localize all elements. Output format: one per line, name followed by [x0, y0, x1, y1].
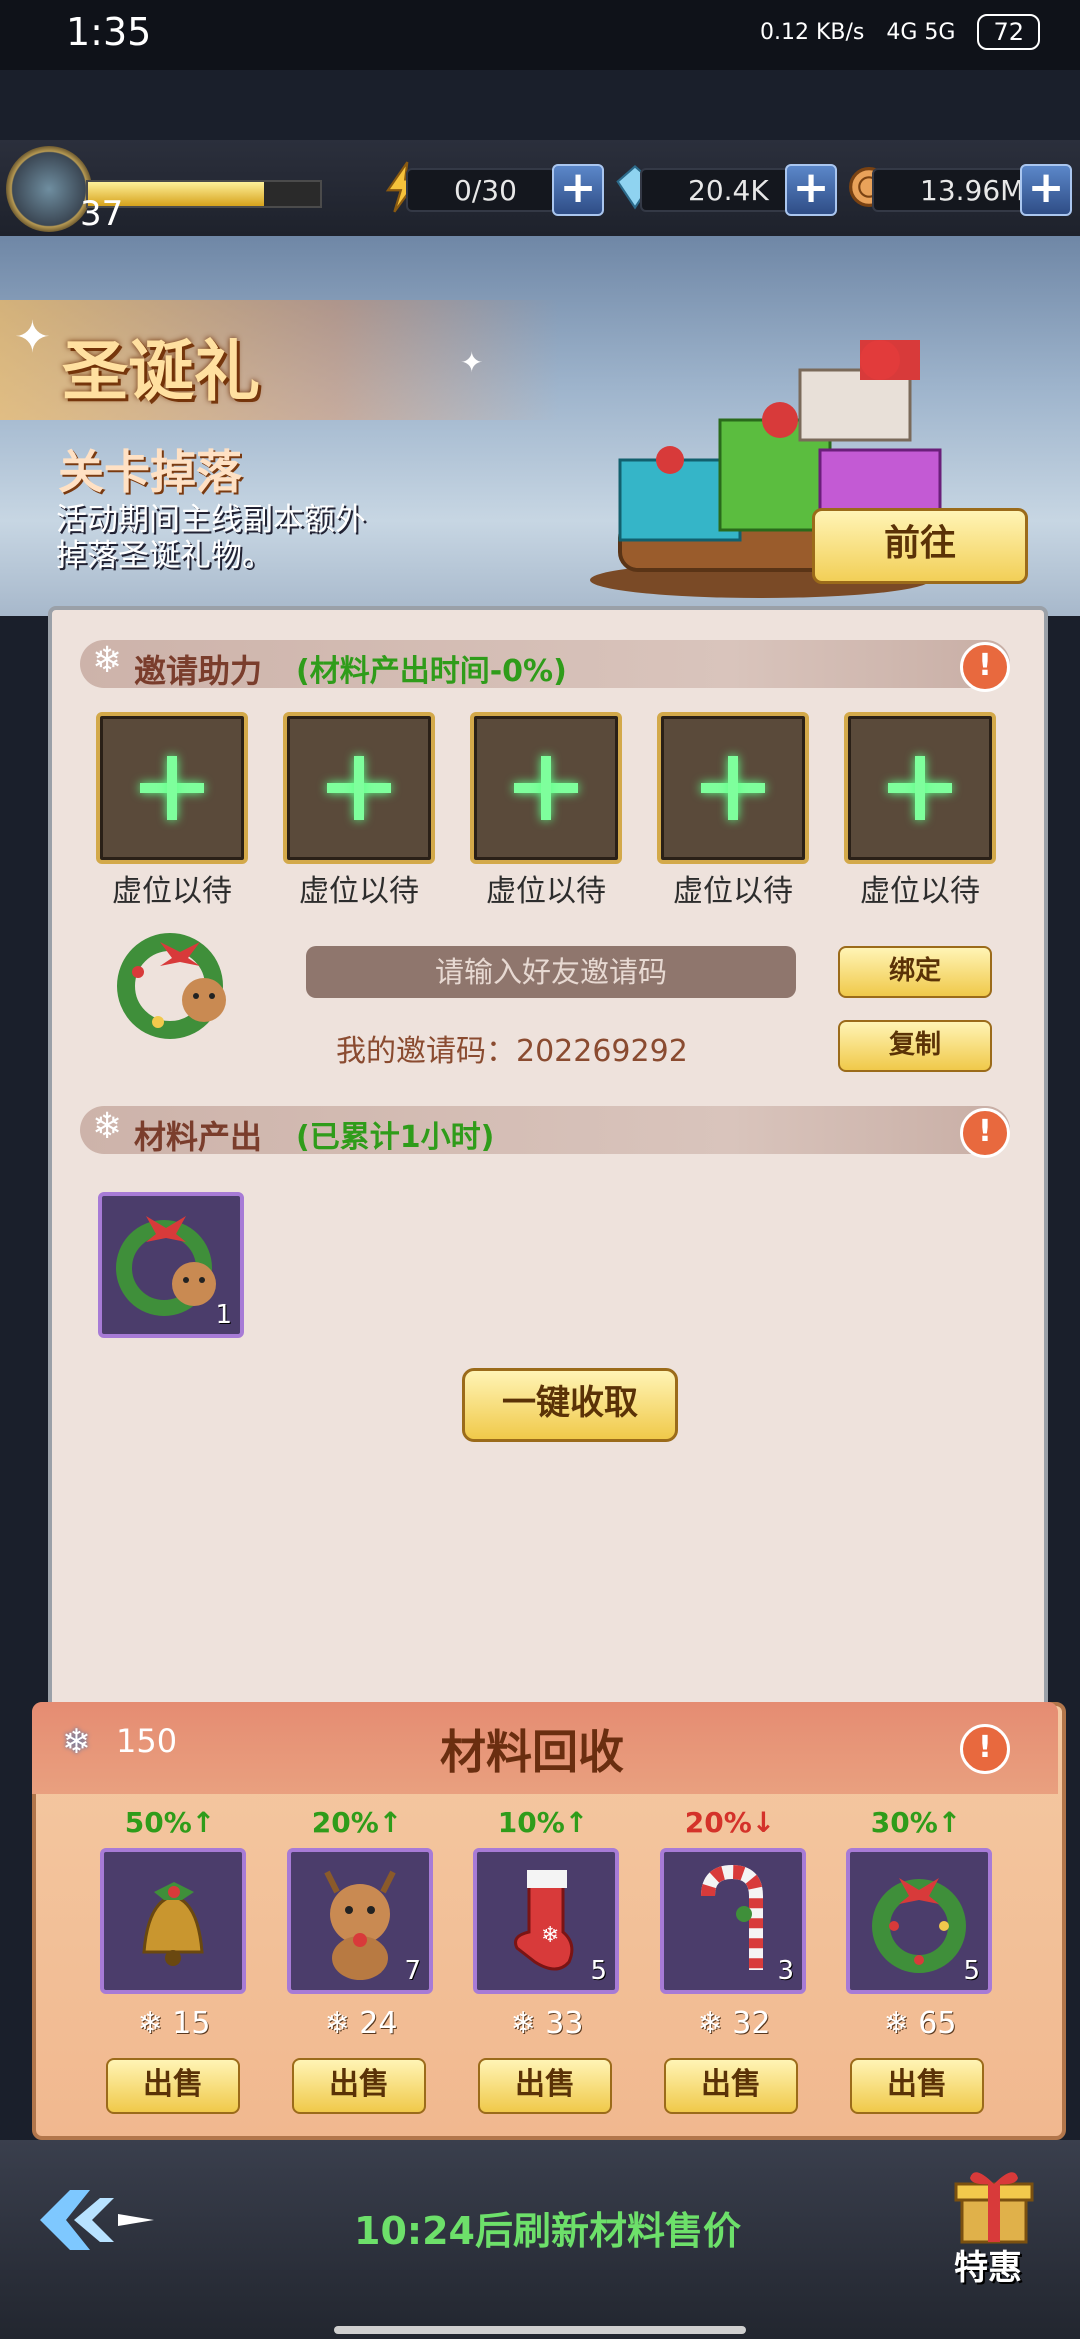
battery-icon: 72 [977, 14, 1040, 50]
snow-balance: 150 [116, 1722, 178, 1760]
invite-info-icon[interactable]: ! [960, 642, 1010, 692]
signal-indicator: 4G 5G [886, 19, 956, 45]
status-bar: 1:35 0.12 KB/s 4G 5G 72 [0, 0, 1080, 70]
event-description: 活动期间主线副本额外掉落圣诞礼物。 [56, 502, 366, 574]
snowflake-icon: ❄ [324, 2006, 360, 2041]
item-count: 1 [215, 1300, 232, 1330]
invite-slot-label: 虚位以待 [299, 874, 419, 909]
invite-slot-label: 虚位以待 [673, 874, 793, 909]
output-item[interactable]: 1 [98, 1192, 244, 1338]
gesture-bar [334, 2326, 746, 2334]
gift-icon[interactable] [944, 2160, 1044, 2246]
add-coin-button[interactable]: + [1020, 164, 1072, 216]
sparkle-icon: ✦ [14, 312, 51, 363]
invite-slot[interactable] [283, 712, 435, 864]
sell-button[interactable]: 出售 [850, 2058, 984, 2114]
sell-price: ❄ 32 [697, 2006, 771, 2041]
snowflake-icon: ❄ [137, 2006, 173, 2041]
status-icons: 0.12 KB/s 4G 5G 72 [760, 14, 1040, 50]
item-count: 7 [404, 1956, 421, 1986]
net-speed: 0.12 KB/s [759, 19, 865, 45]
event-title: 圣诞礼 [62, 333, 260, 410]
sell-price: ❄ 15 [137, 2006, 211, 2041]
player-level: 37 [80, 194, 124, 234]
event-subtitle: 关卡掉落 [58, 445, 242, 499]
sparkle-icon: ✦ [460, 346, 484, 379]
collect-all-button[interactable]: 一键收取 [462, 1368, 678, 1442]
wreath-reindeer-icon [117, 933, 226, 1039]
bind-button[interactable]: 绑定 [838, 946, 992, 998]
invite-slot-label: 虚位以待 [860, 874, 980, 909]
sell-button[interactable]: 出售 [478, 2058, 612, 2114]
clock: 1:35 [66, 10, 152, 54]
snowflake-icon: ❄ [883, 2006, 919, 2041]
invite-slot[interactable] [657, 712, 809, 864]
sell-price: ❄ 24 [324, 2006, 398, 2041]
snowflake-icon: ❄ [92, 640, 123, 681]
snowflake-icon: ❄ [92, 1106, 123, 1147]
coin-counter: 13.96M [872, 168, 1028, 212]
invite-slot-label: 虚位以待 [112, 874, 232, 909]
recycle-title: 材料回收 [440, 1725, 624, 1779]
special-offer-label[interactable]: 特惠 [954, 2240, 1022, 2289]
invite-slot[interactable] [470, 712, 622, 864]
output-header-title: 材料产出 [134, 1118, 263, 1156]
invite-code-input[interactable]: 请输入好友邀请码 [306, 946, 796, 998]
price-change: 10%↑ [497, 1806, 589, 1839]
add-energy-button[interactable]: + [552, 164, 604, 216]
sell-price: ❄ 65 [883, 2006, 957, 2041]
output-info-icon[interactable]: ! [960, 1108, 1010, 1158]
svg-text:❄: ❄ [541, 1923, 559, 1948]
invite-header-title: 邀请助力 [134, 652, 263, 690]
refresh-timer: 10:24后刷新材料售价 [354, 2209, 741, 2253]
invite-slot[interactable] [844, 712, 996, 864]
my-invite-code: 我的邀请码：202269292 [336, 1034, 688, 1069]
invite-slot[interactable] [96, 712, 248, 864]
price-change: 30%↑ [870, 1806, 962, 1839]
bell-icon [142, 1882, 204, 1966]
diamond-counter: 20.4K [640, 168, 790, 212]
goto-button[interactable]: 前往 [812, 508, 1028, 584]
recycle-item[interactable]: 5 [846, 1848, 992, 1994]
snowflake-icon: ❄ [62, 1722, 91, 1762]
sell-button[interactable]: 出售 [664, 2058, 798, 2114]
price-change: 20%↓ [684, 1806, 776, 1839]
item-count: 5 [590, 1956, 607, 1986]
copy-button[interactable]: 复制 [838, 1020, 992, 1072]
recycle-item[interactable] [100, 1848, 246, 1994]
sell-price: ❄ 33 [510, 2006, 584, 2041]
recycle-info-icon[interactable]: ! [960, 1724, 1010, 1774]
price-change: 50%↑ [124, 1806, 216, 1839]
add-diamond-button[interactable]: + [785, 164, 837, 216]
recycle-item[interactable]: 3 [660, 1848, 806, 1994]
sell-button[interactable]: 出售 [106, 2058, 240, 2114]
price-change: 20%↑ [311, 1806, 403, 1839]
item-count: 5 [963, 1956, 980, 1986]
recycle-item[interactable]: 7 [287, 1848, 433, 1994]
item-count: 3 [777, 1956, 794, 1986]
recycle-item[interactable]: ❄ 5 [473, 1848, 619, 1994]
snowflake-icon: ❄ [697, 2006, 733, 2041]
invite-header-note: (材料产出时间-0%) [296, 654, 567, 689]
sell-button[interactable]: 出售 [292, 2058, 426, 2114]
invite-slot-label: 虚位以待 [486, 874, 606, 909]
snowflake-icon: ❄ [510, 2006, 546, 2041]
energy-counter: 0/30 [406, 168, 556, 212]
output-header-note: (已累计1小时) [296, 1120, 495, 1155]
back-button[interactable] [30, 2180, 160, 2260]
